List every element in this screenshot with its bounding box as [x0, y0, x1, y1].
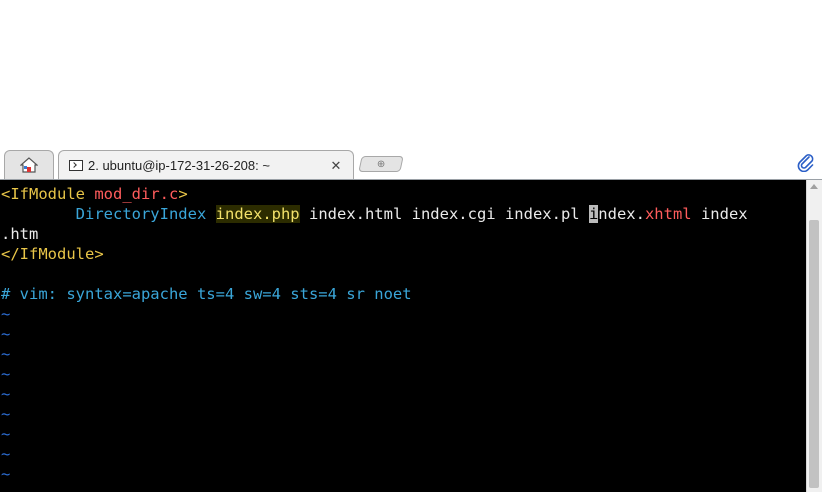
- empty-line-tilde: ~: [1, 425, 11, 443]
- new-tab-icon: ⊕: [376, 158, 386, 170]
- empty-line-tilde: ~: [1, 365, 11, 383]
- text-cursor: i: [588, 205, 599, 223]
- tab-ubuntu-session[interactable]: 2. ubuntu@ip-172-31-26-208: ~ ✕: [58, 150, 354, 180]
- tag-close: >: [178, 185, 188, 203]
- editor-line-4: </IfModule>: [1, 245, 104, 263]
- empty-line-tilde: ~: [1, 385, 11, 403]
- editor-line-3: .htm: [1, 225, 39, 243]
- close-icon[interactable]: ✕: [329, 158, 343, 174]
- module-name: mod_dir.c: [94, 185, 179, 203]
- editor-line-1: <IfModule mod_dir.c>: [1, 184, 188, 204]
- home-icon: [20, 157, 38, 173]
- tab-bar: 2. ubuntu@ip-172-31-26-208: ~ ✕ ⊕: [0, 146, 822, 180]
- editor-modeline: # vim: syntax=apache ts=4 sw=4 sts=4 sr …: [1, 285, 412, 303]
- empty-line-tilde: ~: [1, 445, 11, 463]
- home-tab[interactable]: [4, 150, 54, 179]
- highlighted-match: index.php: [215, 205, 300, 223]
- vertical-scrollbar[interactable]: [806, 180, 822, 492]
- terminal-viewport[interactable]: <IfModule mod_dir.c> DirectoryIndex inde…: [0, 180, 806, 492]
- empty-line-tilde: ~: [1, 405, 11, 423]
- tag-open: <IfModule: [1, 185, 95, 203]
- xhtml-extension: xhtml: [644, 205, 692, 223]
- scroll-up-arrow-icon[interactable]: [810, 184, 818, 189]
- empty-line-tilde: ~: [1, 345, 11, 363]
- editor-line-2: DirectoryIndex index.php index.html inde…: [1, 204, 748, 224]
- empty-line-tilde: ~: [1, 325, 11, 343]
- attachment-button[interactable]: [796, 152, 816, 172]
- empty-line-tilde: ~: [1, 305, 11, 323]
- new-tab-button[interactable]: ⊕: [358, 156, 404, 172]
- index-list: index.html index.cgi index.pl: [299, 205, 589, 223]
- paperclip-icon: [797, 154, 814, 172]
- scroll-thumb[interactable]: [809, 220, 819, 488]
- terminal-icon: [69, 160, 83, 171]
- empty-line-tilde: ~: [1, 465, 11, 483]
- index-prefix: ndex.: [598, 205, 645, 223]
- index-tail: index: [691, 205, 748, 223]
- directive-keyword: DirectoryIndex: [75, 205, 207, 223]
- tab-title: 2. ubuntu@ip-172-31-26-208: ~: [88, 158, 270, 173]
